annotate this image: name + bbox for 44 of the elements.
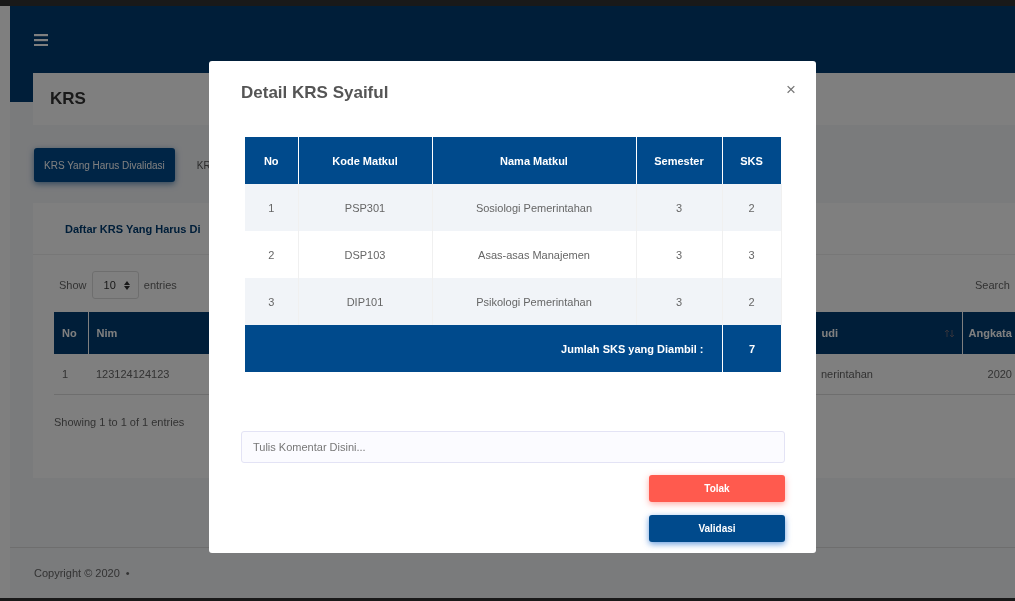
table-cell: Sosiologi Pemerintahan: [432, 184, 636, 231]
entries-label: entries: [143, 279, 177, 291]
modal-title: Detail KRS Syaiful: [241, 83, 390, 103]
menu-icon[interactable]: [34, 34, 48, 46]
column-header: Nama Matkul: [432, 137, 636, 184]
column-header: SKS: [722, 137, 781, 184]
total-value: 7: [722, 325, 781, 372]
page-title: KRS: [50, 89, 86, 109]
table-cell: DSP103: [298, 231, 432, 278]
column-header[interactable]: No: [54, 312, 88, 354]
table-cell: Asas-asas Manajemen: [432, 231, 636, 278]
sort-caret-icon: [123, 280, 130, 290]
panel-title: Daftar KRS Yang Harus Di: [65, 222, 201, 235]
close-button[interactable]: ×: [784, 81, 798, 99]
table-cell: 2: [245, 231, 298, 278]
table-cell: 2: [722, 184, 781, 231]
table-cell: 1: [54, 354, 88, 395]
show-label: Show: [59, 279, 87, 291]
table-cell: Psikologi Pemerintahan: [432, 278, 636, 325]
table-cell: 3: [636, 231, 722, 278]
entries-select[interactable]: 10: [91, 271, 139, 299]
table-cell: DIP101: [298, 278, 432, 325]
column-header[interactable]: Angkata: [962, 312, 1015, 354]
table-cell: 1: [245, 184, 298, 231]
sort-icon: [944, 329, 954, 338]
table-cell: 2: [722, 278, 781, 325]
table-cell: 3: [636, 184, 722, 231]
comment-field[interactable]: Tulis Komentar Disini...: [241, 431, 785, 463]
table-cell: 3: [722, 231, 781, 278]
tab[interactable]: KRS Yang Harus Divalidasi: [34, 148, 175, 182]
separator-dot: •: [125, 567, 130, 579]
reject-button[interactable]: Tolak: [649, 475, 785, 502]
search-label: Search: [975, 279, 1011, 291]
validate-button[interactable]: Validasi: [649, 515, 785, 542]
column-header: Kode Matkul: [298, 137, 432, 184]
column-header: Semester: [636, 137, 722, 184]
table-cell: 2020: [962, 354, 1015, 395]
table-cell: 3: [245, 278, 298, 325]
copyright-text: Copyright © 2020: [34, 567, 120, 579]
table-cell: PSP301: [298, 184, 432, 231]
table-info: Showing 1 to 1 of 1 entries: [54, 416, 185, 428]
column-header: No: [245, 137, 298, 184]
total-label: Jumlah SKS yang Diambil :: [245, 325, 722, 372]
table-cell: 3: [636, 278, 722, 325]
